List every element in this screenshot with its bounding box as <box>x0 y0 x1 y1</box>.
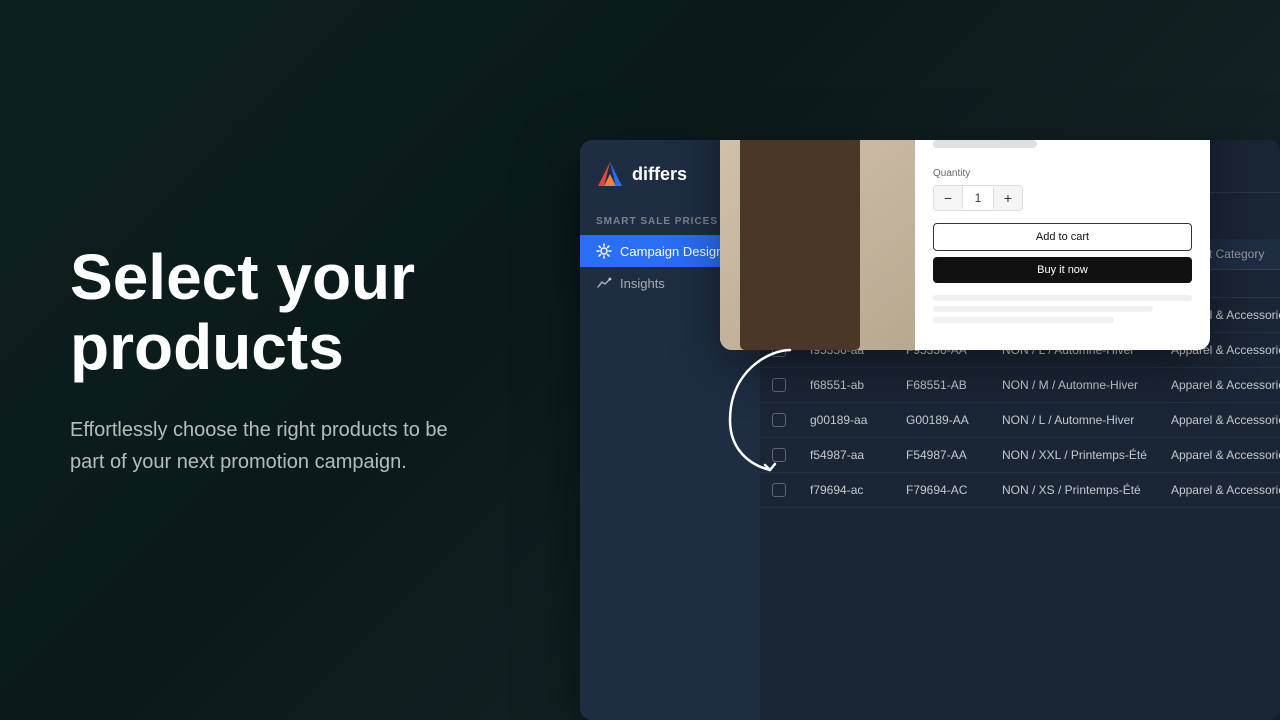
row-handle-3: g00189-aa <box>798 403 894 438</box>
app-window: Quantity − 1 + Add to cart Buy it now <box>580 140 1280 720</box>
row-category-4: Apparel & Accessories : <box>1159 438 1280 473</box>
add-to-cart-button[interactable]: Add to cart <box>933 223 1192 251</box>
row-title-2: F68551-AB <box>894 368 990 403</box>
quantity-value: 1 <box>962 187 994 209</box>
product-card-details: Quantity − 1 + Add to cart Buy it now <box>915 140 1210 350</box>
desc-line-3 <box>933 317 1114 323</box>
row-handle-5: f79694-ac <box>798 473 894 508</box>
row-handle-4: f54987-aa <box>798 438 894 473</box>
sidebar-item-insights-label: Insights <box>620 276 665 291</box>
row-checkbox-5[interactable] <box>772 483 786 497</box>
row-category-5: Apparel & Accessories : <box>1159 473 1280 508</box>
desc-line-1 <box>933 295 1192 301</box>
table-row: f79694-ac F79694-AC NON / XS / Printemps… <box>760 473 1280 508</box>
arrow-decoration <box>710 340 810 480</box>
quantity-control: − 1 + <box>933 185 1023 211</box>
quantity-label: Quantity <box>933 168 1192 179</box>
row-variant-5: NON / XS / Printemps-Été <box>990 473 1159 508</box>
person-body-decor <box>740 140 860 350</box>
product-image <box>720 140 915 350</box>
buy-now-button[interactable]: Buy it now <box>933 257 1192 283</box>
table-row: g00189-aa G00189-AA NON / L / Automne-Hi… <box>760 403 1280 438</box>
row-title-4: F54987-AA <box>894 438 990 473</box>
product-preview-card: Quantity − 1 + Add to cart Buy it now <box>720 140 1210 350</box>
logo-icon <box>596 160 624 188</box>
settings-icon <box>596 243 612 259</box>
logo-text: differs <box>632 164 687 185</box>
quantity-section: Quantity − 1 + <box>933 168 1192 211</box>
row-title-5: F79694-AC <box>894 473 990 508</box>
hero-description: Effortlessly choose the right products t… <box>70 414 450 478</box>
quantity-plus-button[interactable]: + <box>994 186 1022 210</box>
row-variant-2: NON / M / Automne-Hiver <box>990 368 1159 403</box>
row-title-3: G00189-AA <box>894 403 990 438</box>
row-category-2: Apparel & Accessories : <box>1159 368 1280 403</box>
row-category-3: Apparel & Accessories : <box>1159 403 1280 438</box>
table-row: f68551-ab F68551-AB NON / M / Automne-Hi… <box>760 368 1280 403</box>
chart-icon <box>596 275 612 291</box>
left-panel: Select your products Effortlessly choose… <box>0 0 560 720</box>
product-price-placeholder <box>933 140 1037 148</box>
hero-title: Select your products <box>70 242 490 383</box>
row-handle-2: f68551-ab <box>798 368 894 403</box>
desc-line-2 <box>933 306 1153 312</box>
quantity-minus-button[interactable]: − <box>934 186 962 210</box>
sidebar-item-campaign-label: Campaign Design <box>620 244 723 259</box>
table-row: f54987-aa F54987-AA NON / XXL / Printemp… <box>760 438 1280 473</box>
row-variant-4: NON / XXL / Printemps-Été <box>990 438 1159 473</box>
row-variant-3: NON / L / Automne-Hiver <box>990 403 1159 438</box>
